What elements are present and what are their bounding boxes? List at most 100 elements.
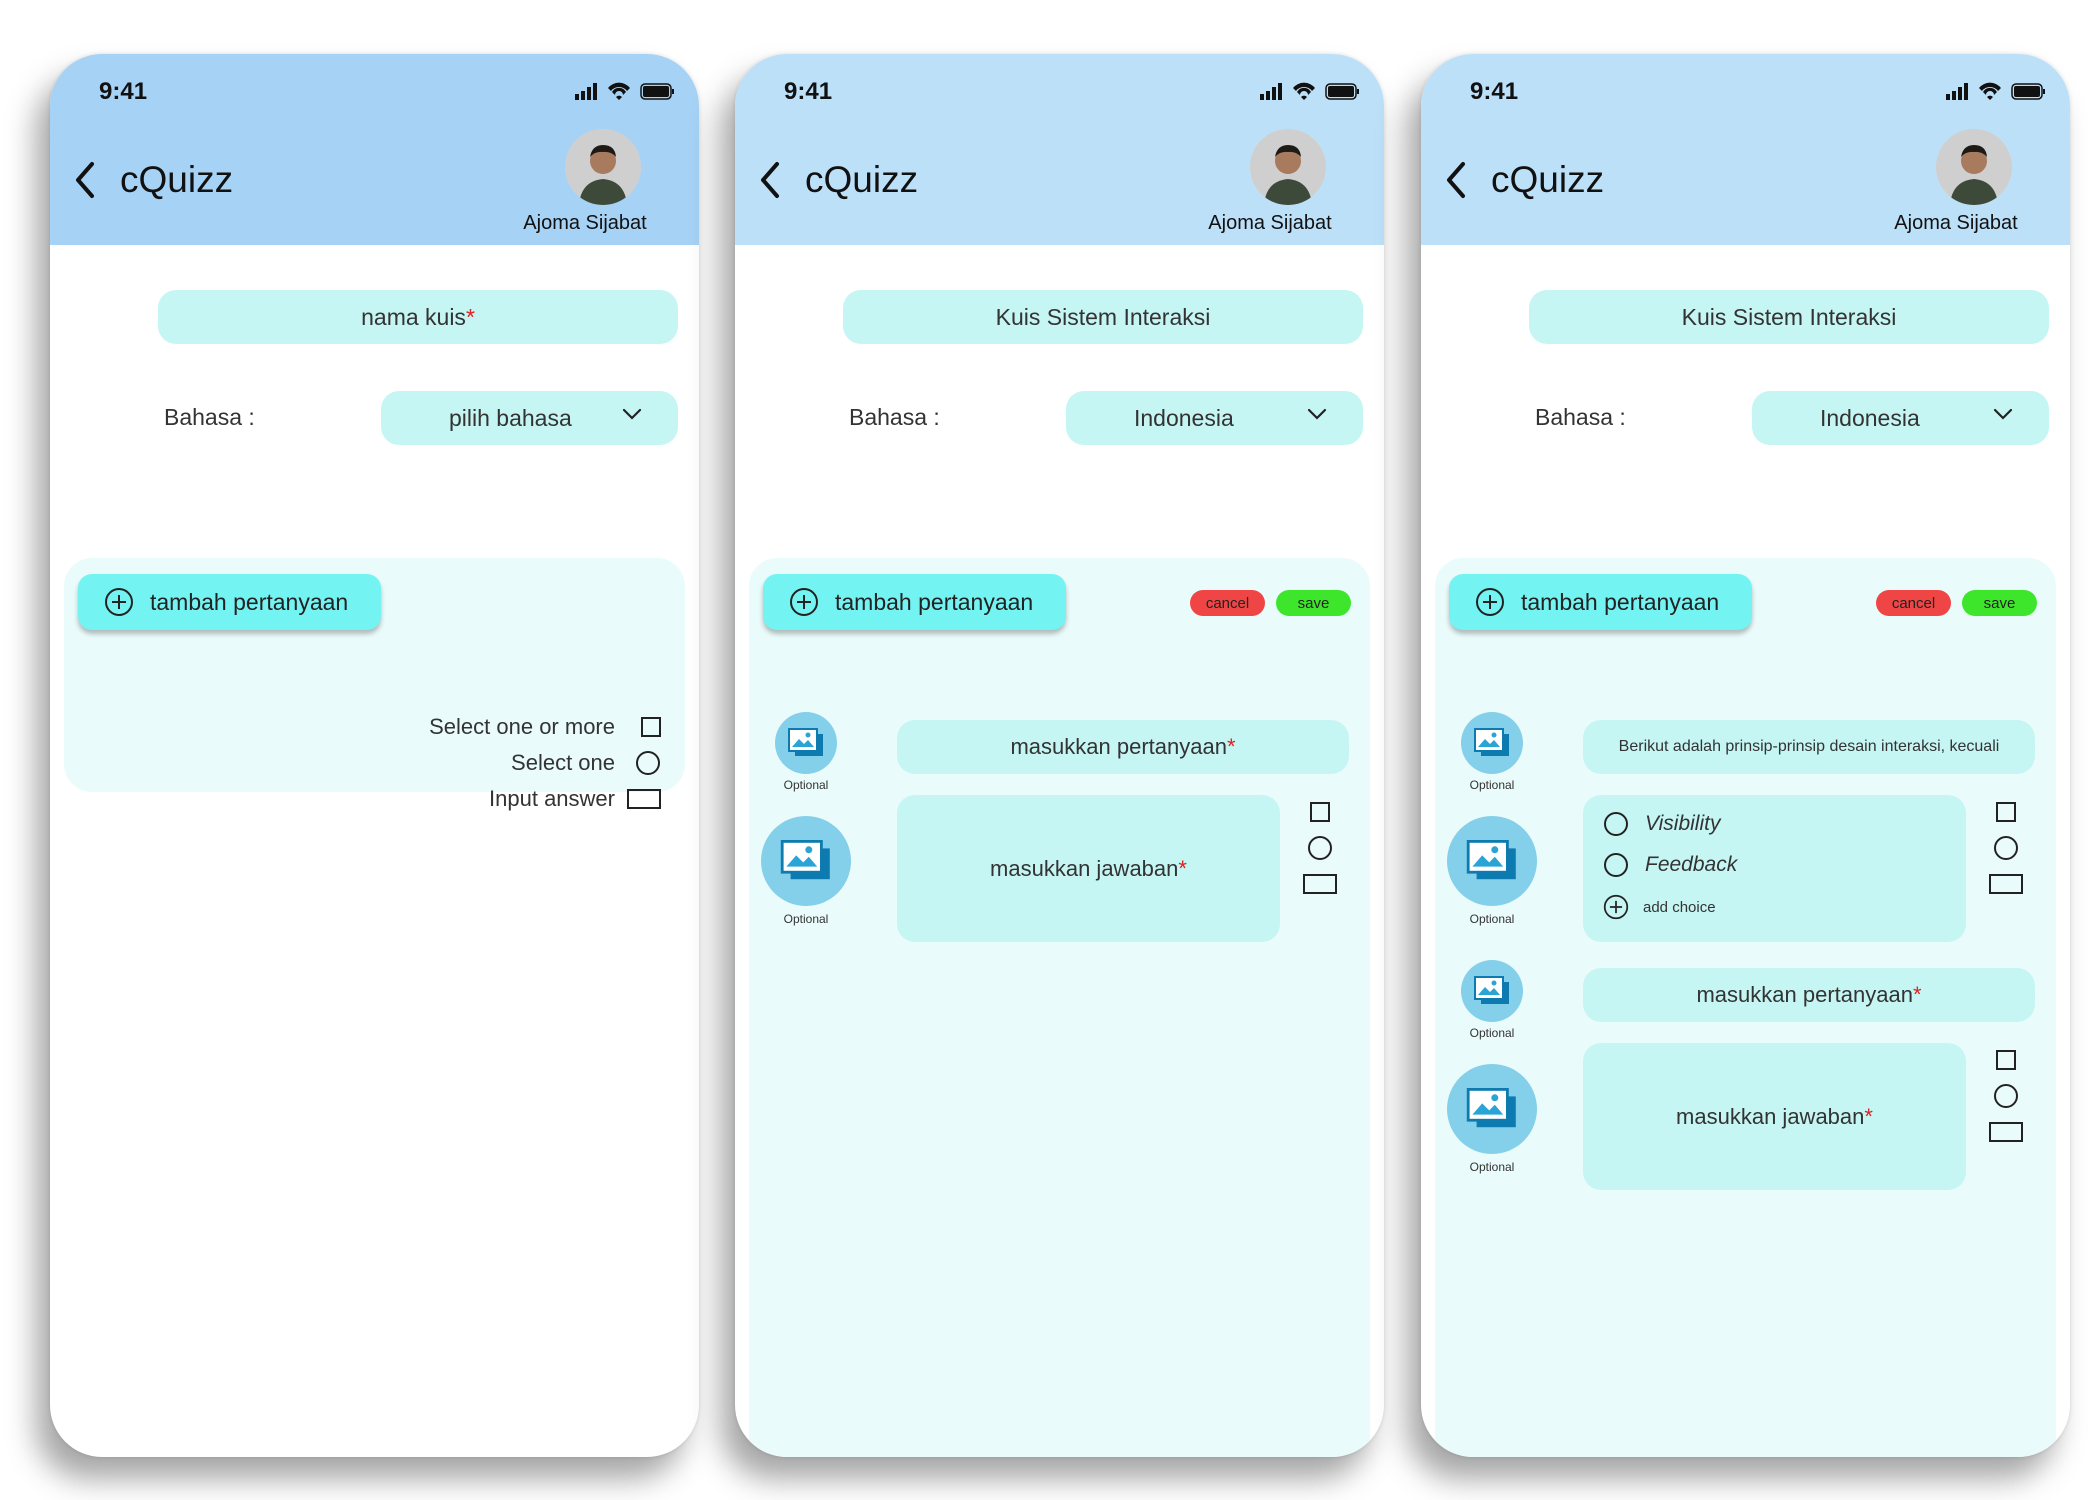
chevron-down-icon (1993, 408, 2013, 420)
quiz-name-field[interactable]: Kuis Sistem Interaksi (1529, 290, 2049, 344)
back-icon[interactable] (72, 160, 98, 200)
cancel-button[interactable]: cancel (1190, 590, 1265, 616)
text-input-icon (1989, 874, 2023, 894)
required-mark: * (1226, 734, 1236, 759)
back-icon[interactable] (757, 160, 783, 200)
add-question-label: tambah pertanyaan (835, 588, 1034, 615)
choice-item[interactable]: Feedback (1603, 852, 1737, 878)
add-choice-button[interactable]: add choice (1603, 894, 1716, 920)
answer-type-input[interactable]: Input answer (489, 786, 661, 812)
answer-type-label: Select one (511, 750, 615, 775)
question-placeholder: masukkan pertanyaan (1010, 734, 1227, 759)
phone-screen-2: 9:41 cQuizz Ajoma Sijabat Kuis Sistem In… (735, 54, 1384, 1457)
input-type-button[interactable] (1989, 1114, 2023, 1150)
question-image-button[interactable] (775, 712, 837, 774)
required-mark: * (1178, 855, 1187, 881)
checkbox-icon (1996, 1050, 2016, 1070)
add-question-button[interactable]: tambah pertanyaan (763, 574, 1066, 630)
answer-placeholder: masukkan jawaban (1676, 1103, 1865, 1129)
plus-circle-icon (105, 588, 133, 616)
radio-icon (636, 751, 660, 775)
language-value: pilih bahasa (449, 404, 572, 431)
save-button[interactable]: save (1962, 590, 2037, 616)
question-text: Berikut adalah prinsip-prinsip desain in… (1618, 738, 2000, 755)
user-name: Ajoma Sijabat (1894, 212, 2018, 234)
radio-icon (1994, 836, 2018, 860)
question-field[interactable]: masukkan pertanyaan * (897, 720, 1349, 774)
optional-label: Optional (1469, 1160, 1515, 1174)
quiz-name-field[interactable]: nama kuis * (158, 290, 678, 344)
radio-type-button[interactable] (1989, 830, 2023, 866)
question-placeholder: masukkan pertanyaan (1696, 982, 1913, 1007)
answer-type-multi[interactable]: Select one or more (429, 714, 661, 740)
answer-field[interactable]: masukkan jawaban * (897, 795, 1280, 942)
answer-type-single[interactable]: Select one (511, 750, 661, 776)
phone-screen-3: 9:41 cQuizz Ajoma Sijabat Kuis Sistem In… (1421, 54, 2070, 1457)
input-type-button[interactable] (1303, 866, 1337, 902)
question-field[interactable]: masukkan pertanyaan * (1583, 968, 2035, 1022)
quiz-name-field[interactable]: Kuis Sistem Interaksi (843, 290, 1363, 344)
question-image-button[interactable] (1461, 712, 1523, 774)
answer-image-button[interactable] (761, 816, 851, 906)
language-value: Indonesia (1820, 404, 1920, 431)
status-icons (575, 82, 674, 100)
language-select[interactable]: Indonesia (1066, 391, 1363, 445)
status-time: 9:41 (1470, 78, 1519, 105)
status-icons (1260, 82, 1359, 100)
input-type-button[interactable] (1989, 866, 2023, 902)
user-avatar[interactable] (1936, 129, 2012, 205)
answer-placeholder: masukkan jawaban (990, 855, 1179, 881)
question-image-button[interactable] (1461, 960, 1523, 1022)
radio-icon (1604, 812, 1628, 836)
choice-item[interactable]: Visibility (1603, 811, 1720, 837)
text-input-icon (1303, 874, 1337, 894)
cancel-button[interactable]: cancel (1876, 590, 1951, 616)
save-button[interactable]: save (1276, 590, 1351, 616)
user-name: Ajoma Sijabat (1208, 212, 1332, 234)
optional-label: Optional (1469, 1026, 1515, 1040)
user-avatar[interactable] (565, 129, 641, 205)
status-icons (1946, 82, 2045, 100)
required-mark: * (1864, 1103, 1873, 1129)
language-label: Bahasa : (164, 404, 255, 430)
answer-image-button[interactable] (1447, 816, 1537, 906)
image-icon (1474, 976, 1509, 1004)
add-question-button[interactable]: tambah pertanyaan (1449, 574, 1752, 630)
plus-circle-icon (1476, 588, 1504, 616)
answer-type-icons (1303, 794, 1337, 902)
image-icon (1466, 840, 1516, 880)
checkbox-type-button[interactable] (1989, 794, 2023, 830)
user-name: Ajoma Sijabat (523, 212, 647, 234)
choices-field[interactable]: Visibility Feedback add choice (1583, 795, 1966, 942)
chevron-down-icon (622, 408, 642, 420)
answer-image-button[interactable] (1447, 1064, 1537, 1154)
app-title: cQuizz (120, 159, 234, 200)
image-icon (1474, 728, 1509, 756)
quiz-name-value: Kuis Sistem Interaksi (1681, 303, 1897, 330)
answer-type-label: Input answer (489, 786, 615, 811)
text-input-icon (627, 789, 661, 809)
radio-type-button[interactable] (1303, 830, 1337, 866)
language-select[interactable]: pilih bahasa (381, 391, 678, 445)
checkbox-type-button[interactable] (1989, 1042, 2023, 1078)
answer-field[interactable]: masukkan jawaban * (1583, 1043, 1966, 1190)
checkbox-type-button[interactable] (1303, 794, 1337, 830)
add-question-button[interactable]: tambah pertanyaan (78, 574, 381, 630)
question-field[interactable]: Berikut adalah prinsip-prinsip desain in… (1583, 720, 2035, 774)
back-icon[interactable] (1443, 160, 1469, 200)
radio-icon (1308, 836, 1332, 860)
user-avatar[interactable] (1250, 129, 1326, 205)
answer-type-icons (1989, 794, 2023, 902)
radio-type-button[interactable] (1989, 1078, 2023, 1114)
text-input-icon (1989, 1122, 2023, 1142)
required-mark: * (1912, 982, 1922, 1007)
language-select[interactable]: Indonesia (1752, 391, 2049, 445)
required-mark: * (465, 303, 475, 330)
app-header: 9:41 cQuizz Ajoma Sijabat (50, 54, 699, 245)
image-icon (780, 840, 830, 880)
add-question-label: tambah pertanyaan (1521, 588, 1720, 615)
status-time: 9:41 (99, 78, 148, 105)
quiz-name-placeholder: nama kuis (361, 303, 466, 330)
plus-circle-icon (790, 588, 818, 616)
app-header: 9:41 cQuizz Ajoma Sijabat (1421, 54, 2070, 245)
